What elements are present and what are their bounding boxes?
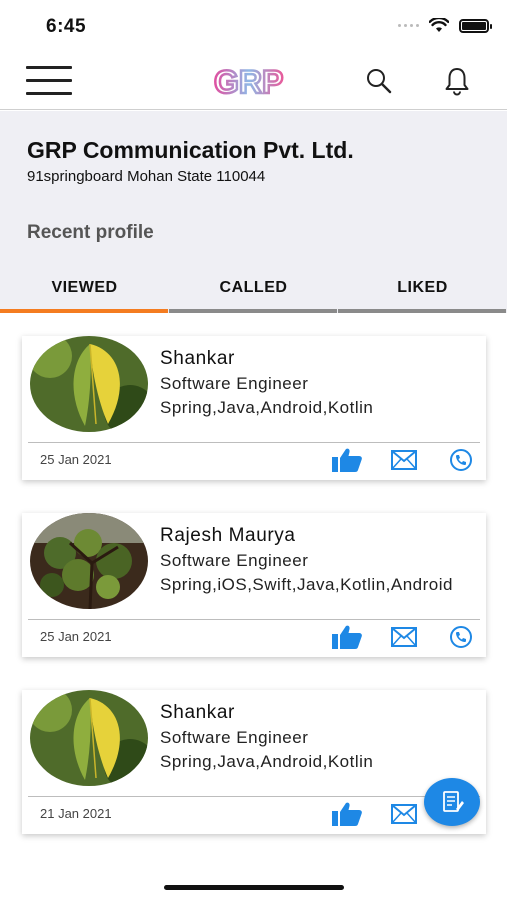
company-address: 91springboard Mohan State 110044 bbox=[27, 168, 266, 185]
profile-role: Software Engineer bbox=[160, 551, 309, 570]
tab-viewed[interactable]: VIEWED bbox=[0, 271, 169, 313]
profile-name: Rajesh Maurya bbox=[160, 525, 296, 546]
profile-card[interactable]: Shankar Software Engineer Spring,Java,An… bbox=[22, 690, 486, 834]
app-bar: GRP bbox=[0, 52, 507, 110]
divider bbox=[28, 442, 480, 443]
mail-icon[interactable] bbox=[387, 800, 421, 828]
status-bar: 6:45 bbox=[0, 0, 507, 52]
profile-skills: Spring,iOS,Swift,Java,Kotlin,Android bbox=[160, 575, 453, 594]
tab-bar: VIEWED CALLED LIKED bbox=[0, 271, 507, 313]
notes-fab-button[interactable] bbox=[424, 778, 480, 826]
wifi-icon bbox=[429, 18, 449, 32]
tab-label: LIKED bbox=[397, 279, 448, 296]
profile-role: Software Engineer bbox=[160, 374, 309, 393]
signal-icon bbox=[398, 24, 419, 27]
tab-indicator bbox=[338, 309, 506, 313]
bell-icon[interactable] bbox=[440, 64, 474, 98]
tab-called[interactable]: CALLED bbox=[169, 271, 338, 313]
profile-name: Shankar bbox=[160, 702, 235, 723]
profile-date: 25 Jan 2021 bbox=[40, 452, 112, 467]
notes-icon bbox=[443, 791, 464, 812]
like-icon[interactable] bbox=[330, 800, 364, 828]
profile-date: 21 Jan 2021 bbox=[40, 806, 112, 821]
divider bbox=[28, 796, 480, 797]
profile-skills: Spring,Java,Android,Kotlin bbox=[160, 398, 374, 417]
home-indicator[interactable] bbox=[164, 885, 344, 890]
tab-indicator bbox=[169, 309, 337, 313]
profile-role: Software Engineer bbox=[160, 728, 309, 747]
divider bbox=[28, 619, 480, 620]
avatar bbox=[30, 513, 148, 609]
mail-icon[interactable] bbox=[387, 446, 421, 474]
section-title: Recent profile bbox=[27, 222, 154, 243]
profile-skills: Spring,Java,Android,Kotlin bbox=[160, 752, 374, 771]
avatar bbox=[30, 336, 148, 432]
menu-button[interactable] bbox=[26, 64, 74, 98]
company-header: GRP Communication Pvt. Ltd. 91springboar… bbox=[0, 111, 507, 313]
company-name: GRP Communication Pvt. Ltd. bbox=[27, 137, 354, 163]
phone-icon[interactable] bbox=[444, 446, 478, 474]
profile-card[interactable]: Rajesh Maurya Software Engineer Spring,i… bbox=[22, 513, 486, 657]
profile-name: Shankar bbox=[160, 348, 235, 369]
grp-logo: GRP bbox=[210, 62, 300, 102]
avatar bbox=[30, 690, 148, 786]
status-icons bbox=[398, 18, 492, 33]
search-icon[interactable] bbox=[362, 64, 396, 98]
battery-icon bbox=[459, 18, 492, 33]
profile-date: 25 Jan 2021 bbox=[40, 629, 112, 644]
profile-card[interactable]: Shankar Software Engineer Spring,Java,An… bbox=[22, 336, 486, 480]
mail-icon[interactable] bbox=[387, 623, 421, 651]
tab-liked[interactable]: LIKED bbox=[338, 271, 507, 313]
like-icon[interactable] bbox=[330, 446, 364, 474]
status-time: 6:45 bbox=[46, 16, 87, 37]
tab-label: VIEWED bbox=[51, 279, 118, 296]
svg-text:GRP: GRP bbox=[214, 64, 283, 100]
tab-indicator bbox=[0, 309, 168, 313]
like-icon[interactable] bbox=[330, 623, 364, 651]
phone-icon[interactable] bbox=[444, 623, 478, 651]
tab-label: CALLED bbox=[219, 279, 288, 296]
